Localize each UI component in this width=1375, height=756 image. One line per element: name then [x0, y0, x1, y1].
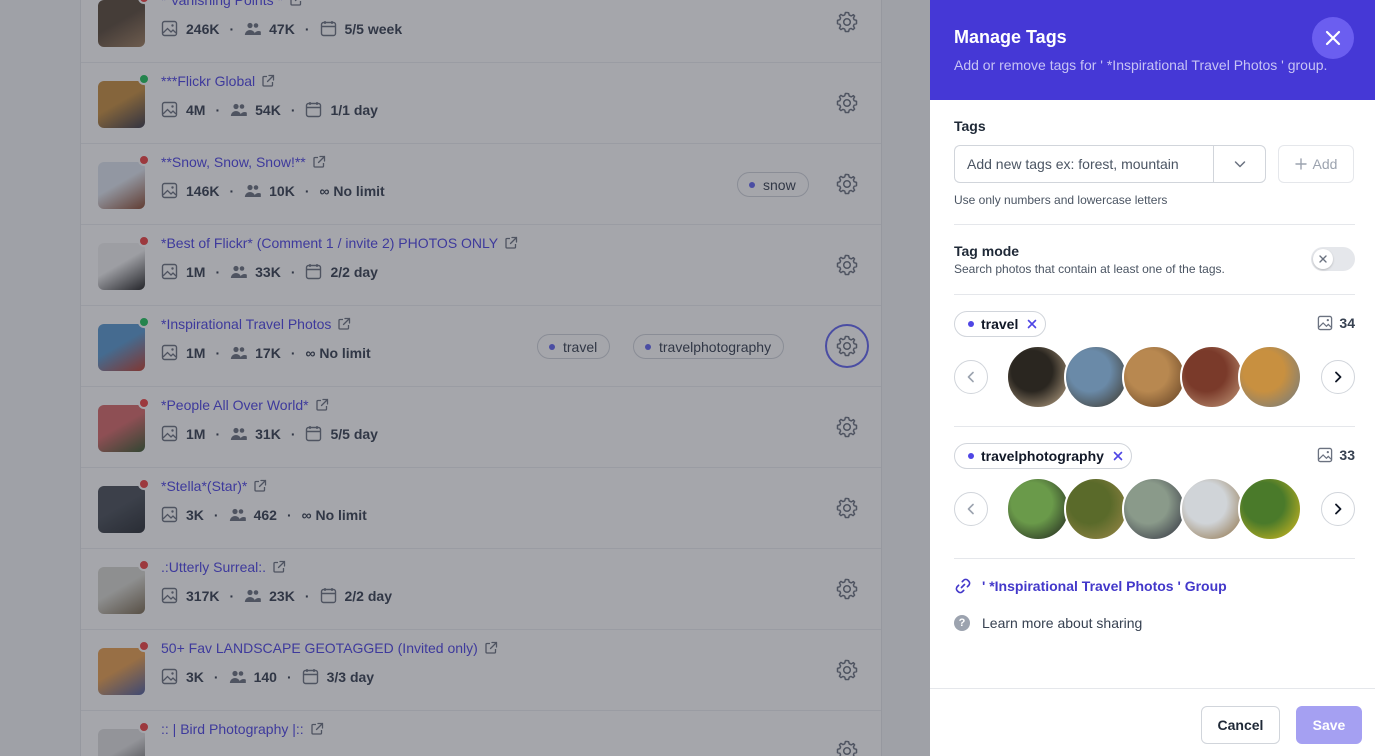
tag-photo[interactable] — [1238, 477, 1302, 541]
remove-tag-icon[interactable] — [1027, 319, 1037, 329]
tag-input-row: Add new tags ex: forest, mountain Add — [954, 145, 1355, 183]
chevron-right-icon — [1335, 371, 1342, 383]
cancel-button[interactable]: Cancel — [1201, 706, 1280, 744]
tag-groups: travel 34 travelphotography 33 — [954, 295, 1355, 559]
tag-photo-count: 33 — [1317, 447, 1355, 463]
carousel-next-button[interactable] — [1321, 360, 1355, 394]
tag-input-hint: Use only numbers and lowercase letters — [954, 193, 1168, 207]
tag-name: travel — [981, 316, 1019, 332]
add-tag-label: Add — [1312, 156, 1338, 172]
chevron-left-icon — [967, 503, 974, 515]
tag-photo-count: 34 — [1317, 315, 1355, 331]
drawer-header: Manage Tags Add or remove tags for ' *In… — [930, 0, 1375, 100]
tag-photo[interactable] — [1180, 345, 1244, 409]
x-icon — [1319, 255, 1327, 263]
carousel-prev-button[interactable] — [954, 492, 988, 526]
group-link-label: ' *Inspirational Travel Photos ' Group — [982, 578, 1227, 594]
toggle-knob — [1313, 249, 1333, 269]
chevron-left-icon — [967, 371, 974, 383]
tag-name: travelphotography — [981, 448, 1104, 464]
tag-photo-count-value: 34 — [1339, 315, 1355, 331]
plus-icon — [1294, 158, 1307, 170]
learn-more-label: Learn more about sharing — [982, 615, 1143, 631]
drawer-subtitle: Add or remove tags for ' *Inspirational … — [954, 57, 1328, 73]
manage-tags-drawer: Manage Tags Add or remove tags for ' *In… — [930, 0, 1375, 756]
chevron-right-icon — [1335, 503, 1342, 515]
drawer-links: ' *Inspirational Travel Photos ' Group ?… — [954, 559, 1355, 631]
tag-input[interactable]: Add new tags ex: forest, mountain — [954, 145, 1213, 183]
chevron-down-icon — [1234, 161, 1245, 168]
carousel-next-button[interactable] — [1321, 492, 1355, 526]
tag-mode-description: Search photos that contain at least one … — [954, 262, 1225, 276]
close-icon — [1325, 30, 1341, 46]
tag-photo-carousel — [1006, 477, 1302, 541]
carousel-prev-button[interactable] — [954, 360, 988, 394]
tag-mode-section: Tag mode Search photos that contain at l… — [954, 225, 1355, 294]
tag-dot — [968, 321, 974, 327]
question-icon: ? — [954, 615, 970, 631]
tag-photo-carousel — [1006, 345, 1302, 409]
add-tag-button[interactable]: Add — [1278, 145, 1354, 183]
tag-photo-count-value: 33 — [1339, 447, 1355, 463]
modal-backdrop[interactable] — [0, 0, 930, 756]
tag-pill: travelphotography — [954, 443, 1132, 469]
link-icon — [955, 578, 971, 594]
photo-icon — [1318, 315, 1333, 331]
learn-more-link[interactable]: ? Learn more about sharing — [954, 615, 1355, 631]
drawer-body: Tags Add new tags ex: forest, mountain A… — [930, 100, 1375, 631]
tag-dot — [968, 453, 974, 459]
tag-photo[interactable] — [1122, 477, 1186, 541]
drawer-footer: Cancel Save — [930, 688, 1375, 756]
tag-photo[interactable] — [1064, 345, 1128, 409]
tag-mode-toggle[interactable] — [1311, 247, 1355, 271]
save-button[interactable]: Save — [1296, 706, 1362, 744]
remove-tag-icon[interactable] — [1113, 451, 1123, 461]
drawer-title: Manage Tags — [954, 27, 1067, 47]
tag-pill: travel — [954, 311, 1047, 337]
tag-dropdown-button[interactable] — [1213, 145, 1266, 183]
photo-icon — [1318, 447, 1333, 463]
tag-group: travelphotography 33 — [954, 427, 1355, 558]
tag-photo[interactable] — [1238, 345, 1302, 409]
tag-photo[interactable] — [1122, 345, 1186, 409]
group-link[interactable]: ' *Inspirational Travel Photos ' Group — [954, 577, 1355, 595]
tag-photo[interactable] — [1180, 477, 1244, 541]
tag-group: travel 34 — [954, 295, 1355, 426]
tags-label: Tags — [954, 118, 986, 134]
tag-photo[interactable] — [1006, 477, 1070, 541]
tag-photo[interactable] — [1006, 345, 1070, 409]
tag-photo[interactable] — [1064, 477, 1128, 541]
close-button[interactable] — [1312, 17, 1354, 59]
tag-mode-title: Tag mode — [954, 243, 1020, 259]
